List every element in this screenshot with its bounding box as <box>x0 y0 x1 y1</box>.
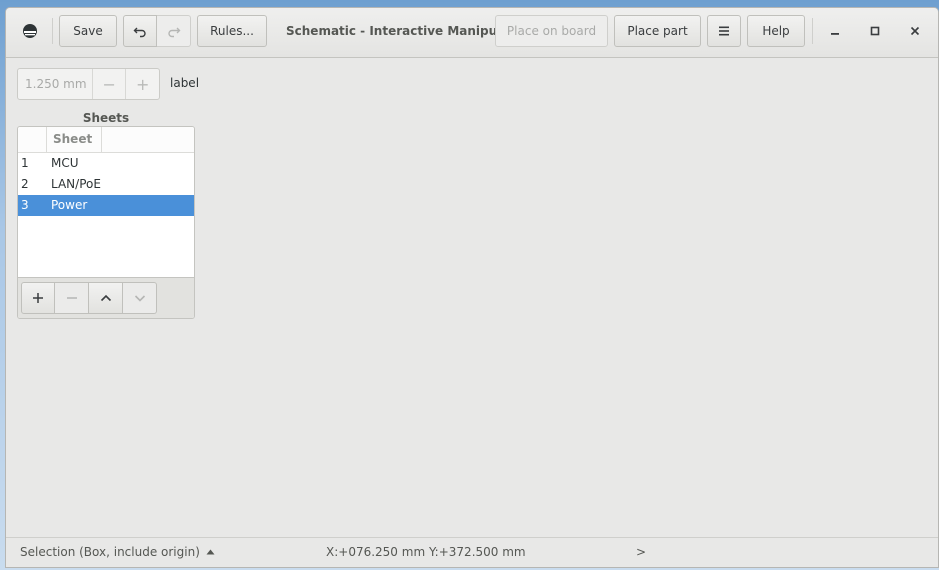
status-expander[interactable]: > <box>636 545 646 559</box>
move-sheet-up-button[interactable] <box>89 282 123 314</box>
sheet-row-selected[interactable]: 3 Power <box>18 195 194 216</box>
help-button[interactable]: Help <box>747 15 805 47</box>
horizon-eda-icon <box>23 24 37 38</box>
sheets-panel: Sheet 1 MCU 2 LAN/PoE 3 Power <box>17 126 195 319</box>
main-menu-button[interactable] <box>707 15 741 47</box>
place-on-board-button[interactable]: Place on board <box>495 15 608 47</box>
save-button[interactable]: Save <box>59 15 117 47</box>
increment-button[interactable]: + <box>125 69 159 99</box>
grid-spacing-input[interactable]: 1.250 mm <box>18 69 93 99</box>
redo-button[interactable] <box>157 15 191 47</box>
sheet-name: LAN/PoE <box>51 177 101 191</box>
remove-sheet-button[interactable] <box>55 282 89 314</box>
decrement-button[interactable]: − <box>93 69 126 99</box>
app-window: Save Rules... Schematic - Interactive Ma… <box>5 7 939 568</box>
selection-mode-button[interactable]: Selection (Box, include origin) <box>20 545 215 559</box>
sheet-row[interactable]: 2 LAN/PoE <box>18 174 194 195</box>
add-sheet-button[interactable] <box>21 282 55 314</box>
sheet-number: 3 <box>21 198 29 212</box>
minus-icon: − <box>102 74 116 94</box>
header-separator <box>52 18 53 44</box>
minimize-button[interactable] <box>819 15 851 47</box>
column-header-number[interactable] <box>18 127 47 152</box>
sheets-title: Sheets <box>82 111 130 125</box>
move-sheet-down-button[interactable] <box>123 282 157 314</box>
place-part-button[interactable]: Place part <box>614 15 701 47</box>
sheet-name: MCU <box>51 156 79 170</box>
minimize-icon <box>831 33 839 35</box>
sheet-name: Power <box>51 198 88 212</box>
header-bar: Save Rules... Schematic - Interactive Ma… <box>6 8 938 58</box>
maximize-button[interactable] <box>859 15 891 47</box>
sheets-toolbar <box>18 277 194 318</box>
sheet-number: 2 <box>21 177 29 191</box>
undo-button[interactable] <box>123 15 157 47</box>
redo-icon <box>167 27 180 38</box>
cursor-coordinates: X:+076.250 mm Y:+372.500 mm <box>326 545 526 559</box>
triangle-up-icon <box>206 549 215 555</box>
grid-spacing-spinbutton[interactable]: 1.250 mm − + <box>17 68 160 100</box>
sheets-table-header: Sheet <box>18 127 194 153</box>
undo-icon <box>133 27 146 38</box>
close-icon <box>910 26 920 36</box>
sheet-row[interactable]: 1 MCU <box>18 153 194 174</box>
spin-label: label <box>170 76 200 90</box>
window-title: Schematic - Interactive Manipul... <box>286 24 515 38</box>
header-separator <box>812 18 813 44</box>
hamburger-menu-icon <box>719 26 729 36</box>
sheet-number: 1 <box>21 156 29 170</box>
selection-mode-label: Selection (Box, include origin) <box>20 545 200 559</box>
close-button[interactable] <box>899 15 931 47</box>
column-header-sheet[interactable]: Sheet <box>46 127 102 152</box>
plus-icon: + <box>136 74 150 94</box>
plus-icon <box>33 293 43 303</box>
maximize-icon <box>870 26 880 36</box>
rules-button[interactable]: Rules... <box>197 15 267 47</box>
chevron-down-icon <box>134 295 145 302</box>
app-menu-button[interactable] <box>14 15 46 47</box>
status-bar: Selection (Box, include origin) X:+076.2… <box>6 537 938 567</box>
minus-icon <box>66 297 77 299</box>
chevron-up-icon <box>100 294 111 302</box>
